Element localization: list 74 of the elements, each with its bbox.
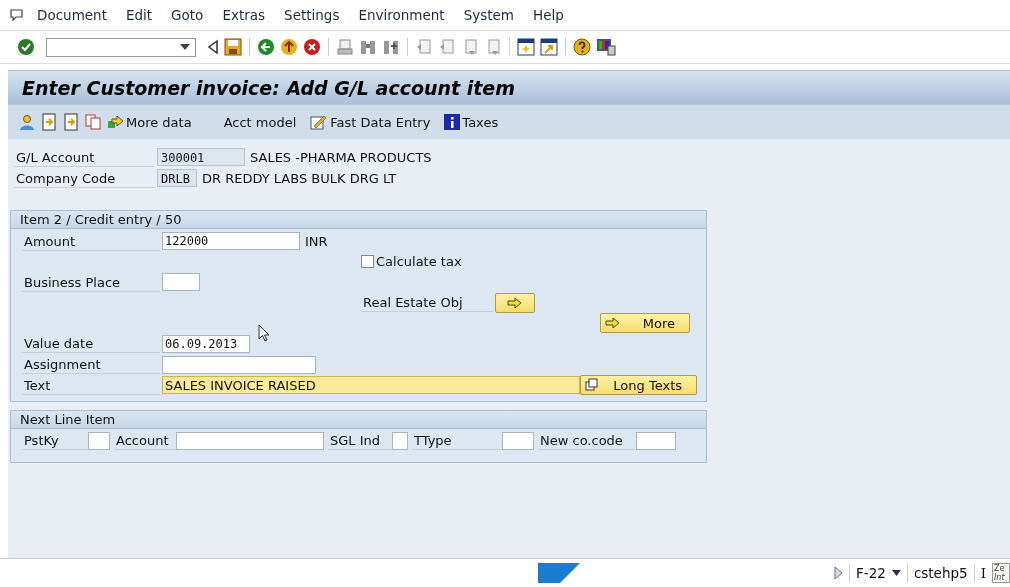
caret-icon[interactable] [180, 44, 190, 50]
layout-icon[interactable] [596, 38, 616, 56]
field-label: G/L Account [14, 147, 154, 167]
toolbar-button[interactable]: Fast Data Entry [308, 114, 439, 130]
group-title: Next Line Item [20, 412, 116, 428]
input-field[interactable]: 122000 [162, 232, 300, 250]
tooltip: Ze Int [992, 563, 1010, 583]
field-label: Business Place [22, 272, 160, 292]
display-field: DRLB [157, 169, 197, 187]
toolbar-button[interactable]: Acct model [221, 114, 305, 130]
input-field[interactable] [502, 431, 534, 450]
field-description: SALES -PHARMA PRODUCTS [250, 149, 432, 165]
menu-item[interactable]: Document [37, 7, 107, 23]
toolbar-button[interactable]: Taxes [442, 114, 507, 130]
field-description: DR REDDY LABS BULK DRG LT [202, 170, 397, 186]
command-field[interactable] [46, 37, 196, 57]
menu-item[interactable]: System [463, 7, 514, 23]
print-icon[interactable] [336, 38, 354, 56]
input-field[interactable] [162, 273, 200, 292]
caret-icon[interactable] [891, 570, 901, 576]
field-label: Assignment [22, 355, 160, 375]
check-icon[interactable] [17, 38, 35, 56]
page-icon[interactable] [438, 38, 456, 56]
server-name: cstehp5 [913, 565, 968, 581]
info-icon [444, 114, 461, 130]
copy-icon [585, 378, 599, 393]
person-icon[interactable] [18, 113, 36, 131]
copy-icon[interactable] [84, 113, 102, 131]
arrow-icon [605, 317, 621, 330]
long-texts-button[interactable]: Long Texts [580, 375, 697, 396]
menu-item[interactable]: Settings [284, 7, 340, 23]
cancel-icon[interactable] [303, 38, 321, 56]
shortcut-icon[interactable] [540, 38, 558, 56]
help-icon[interactable] [573, 38, 591, 56]
field-label: Text [22, 375, 160, 395]
group-title: Item 2 / Credit entry / 50 [20, 212, 182, 227]
more-button[interactable]: More [600, 313, 690, 334]
arrow-button[interactable] [495, 292, 535, 313]
input-field[interactable]: SALES INVOICE RAISED [162, 376, 580, 395]
arrow-icon [507, 296, 523, 309]
field-label: Company Code [14, 168, 154, 188]
input-field[interactable] [162, 355, 316, 374]
screen-title: Enter Customer invoice: Add G/L account item [22, 76, 516, 99]
expand-triangle-icon[interactable] [833, 566, 844, 580]
save-icon[interactable] [224, 38, 242, 56]
input-field[interactable]: 06.09.2013 [162, 334, 250, 353]
pencil-icon [310, 114, 329, 130]
menu-item[interactable]: Goto [171, 7, 204, 23]
field-label: Value date [22, 334, 160, 354]
binoculars-plus-icon[interactable] [382, 38, 400, 56]
menu-item[interactable]: Environment [358, 7, 445, 23]
input-field[interactable] [392, 431, 408, 450]
input-field[interactable] [176, 431, 324, 450]
exit-icon[interactable] [280, 38, 298, 56]
checkbox[interactable] [361, 255, 374, 269]
menu-item[interactable]: Extras [222, 7, 266, 23]
input-field[interactable] [636, 431, 676, 450]
new-window-icon[interactable] [517, 38, 535, 56]
page-icon[interactable] [415, 38, 433, 56]
menu-icon[interactable] [10, 8, 26, 22]
transaction-code[interactable]: F-22 [856, 565, 886, 581]
client-text: I [980, 565, 986, 581]
currency-text: INR [305, 233, 328, 249]
arrow-icon [108, 115, 124, 129]
field-label: Amount [22, 231, 160, 251]
field-label: Real Estate Obj [361, 293, 493, 313]
menu-item[interactable]: Edit [125, 7, 153, 23]
cursor-icon [258, 324, 270, 342]
display-field: 300001 [157, 148, 245, 166]
checkbox-label: Calculate tax [376, 254, 462, 270]
input-field[interactable] [88, 431, 110, 450]
menu-item[interactable]: Help [533, 7, 564, 23]
back-triangle-icon[interactable] [207, 39, 219, 55]
toolbar-button[interactable]: More data [106, 114, 200, 130]
